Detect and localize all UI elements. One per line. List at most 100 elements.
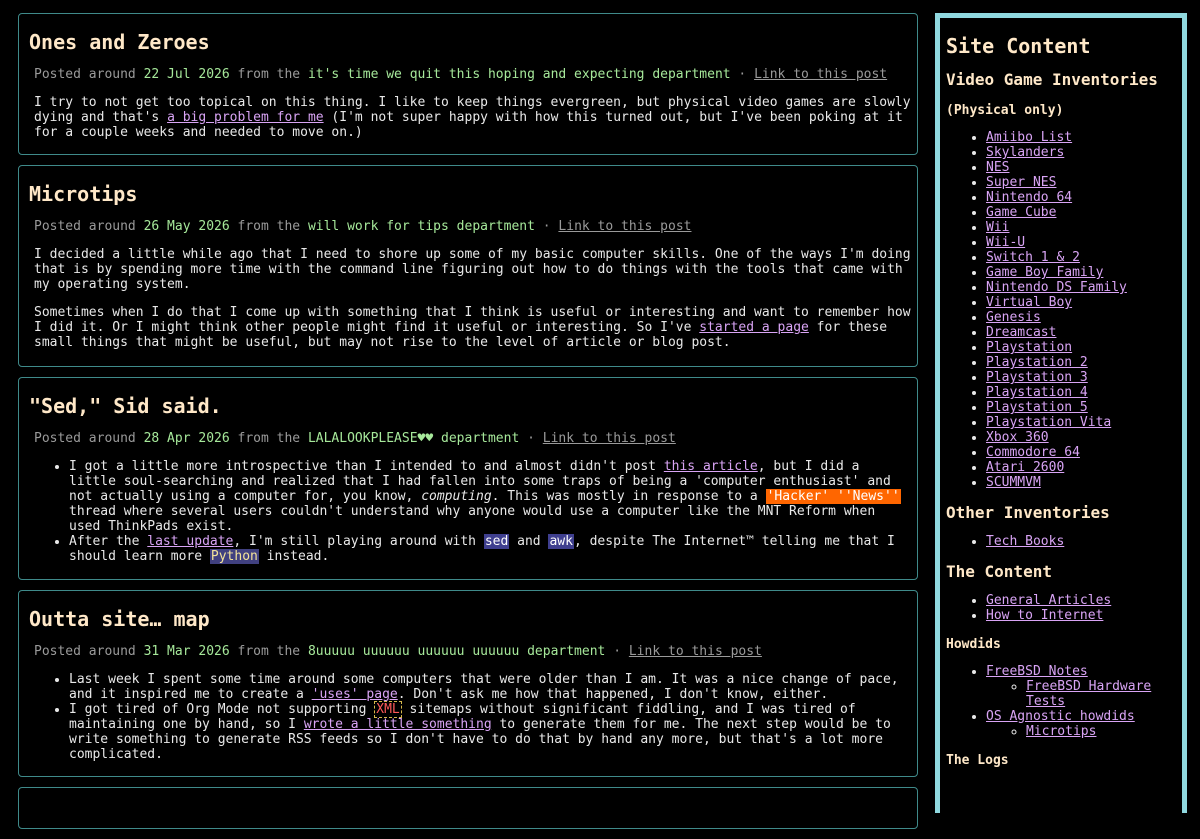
- list-item: After the last update, I'm still playing…: [69, 534, 911, 564]
- sidebar-link[interactable]: Super NES: [986, 175, 1056, 190]
- posted-label: Posted around: [34, 431, 136, 446]
- post-title: Ones and Zeroes: [29, 30, 210, 54]
- sidebar-link[interactable]: Nintendo 64: [986, 190, 1072, 205]
- post-paragraph: I decided a little while ago that I need…: [34, 247, 911, 292]
- text: I got tired of Org Mode not supporting: [69, 702, 375, 717]
- post: "Sed," Sid said. Posted around 28 Apr 20…: [18, 377, 918, 580]
- list-item: Switch 1 & 2: [986, 250, 1182, 265]
- permalink[interactable]: Link to this post: [629, 644, 762, 659]
- sidebar-link[interactable]: Playstation 4: [986, 385, 1088, 400]
- sidebar-link[interactable]: SCUMMVM: [986, 475, 1041, 490]
- sidebar-link[interactable]: Game Cube: [986, 205, 1056, 220]
- post-department: it's time we quit this hoping and expect…: [307, 67, 731, 82]
- sidebar: Site Content Video Game Inventories (Phy…: [935, 13, 1187, 813]
- sidebar-link[interactable]: FreeBSD Hardware Tests: [1026, 679, 1151, 709]
- permalink[interactable]: Link to this post: [543, 431, 676, 446]
- post-paragraph: I try to not get too topical on this thi…: [34, 95, 911, 140]
- sidebar-link[interactable]: Dreamcast: [986, 325, 1056, 340]
- sidebar-link[interactable]: Genesis: [986, 310, 1041, 325]
- list-item: Atari 2600: [986, 460, 1182, 475]
- page-link[interactable]: started a page: [699, 320, 809, 335]
- list-item: Dreamcast: [986, 325, 1182, 340]
- code-awk: awk: [548, 534, 574, 549]
- from-label: from the: [237, 644, 301, 659]
- section-heading: Video Game Inventories: [946, 70, 1158, 89]
- section-subheading: The Logs: [946, 753, 1009, 768]
- post-meta: Posted around 31 Mar 2026 from the 8uuuu…: [34, 644, 911, 659]
- post-title: Microtips: [29, 182, 138, 206]
- code-python: Python: [209, 549, 259, 564]
- sidebar-link[interactable]: Playstation Vita: [986, 415, 1111, 430]
- sidebar-link[interactable]: NES: [986, 160, 1009, 175]
- other-inventories-list: Tech Books: [946, 534, 1182, 549]
- post: Outta site… map Posted around 31 Mar 202…: [18, 590, 918, 777]
- list-item: How to Internet: [986, 608, 1182, 623]
- video-game-list: Amiibo ListSkylandersNESSuper NESNintend…: [946, 130, 1182, 490]
- section-subheading: Howdids: [946, 637, 1001, 652]
- update-link[interactable]: last update: [147, 534, 233, 549]
- text: I got a little more introspective than I…: [69, 459, 664, 474]
- list-item: SCUMMVM: [986, 475, 1182, 490]
- list-item: Game Boy Family: [986, 265, 1182, 280]
- list-item: Playstation 3: [986, 370, 1182, 385]
- post-date: 31 Mar 2026: [143, 644, 230, 659]
- list-item: I got tired of Org Mode not supporting X…: [69, 701, 911, 762]
- sidebar-link[interactable]: Xbox 360: [986, 430, 1049, 445]
- sidebar-link[interactable]: FreeBSD Notes: [986, 664, 1088, 679]
- article-link[interactable]: this article: [664, 459, 758, 474]
- list-item: NES: [986, 160, 1182, 175]
- text: . Don't ask me how that happened, I don'…: [397, 687, 829, 702]
- text: thread where several users couldn't unde…: [69, 504, 876, 534]
- post-title: "Sed," Sid said.: [29, 394, 222, 418]
- sidebar-link[interactable]: Playstation: [986, 340, 1072, 355]
- separator: ·: [738, 67, 747, 82]
- list-item: Virtual Boy: [986, 295, 1182, 310]
- sidebar-link[interactable]: Amiibo List: [986, 130, 1072, 145]
- sidebar-link[interactable]: General Articles: [986, 593, 1111, 608]
- sidebar-link[interactable]: Playstation 3: [986, 370, 1088, 385]
- post-department: will work for tips department: [307, 219, 535, 234]
- list-item: Playstation 4: [986, 385, 1182, 400]
- sidebar-link[interactable]: Nintendo DS Family: [986, 280, 1127, 295]
- sidebar-link[interactable]: How to Internet: [986, 608, 1103, 623]
- permalink[interactable]: Link to this post: [558, 219, 691, 234]
- sidebar-link[interactable]: OS Agnostic howdids: [986, 709, 1135, 724]
- article-link[interactable]: a big problem for me: [167, 110, 324, 125]
- post-list: Last week I spent some time around some …: [29, 672, 911, 762]
- post-meta: Posted around 22 Jul 2026 from the it's …: [34, 67, 911, 82]
- text: , I'm still playing around with: [233, 534, 484, 549]
- howdids-list: FreeBSD Notes FreeBSD Hardware Tests OS …: [946, 664, 1182, 739]
- text: and: [509, 534, 549, 549]
- highlight-hacker-news: 'Hacker' ''News'': [765, 489, 901, 504]
- sidebar-link[interactable]: Atari 2600: [986, 460, 1064, 475]
- sidebar-link[interactable]: Microtips: [1026, 724, 1096, 739]
- sidebar-link[interactable]: Playstation 5: [986, 400, 1088, 415]
- script-link[interactable]: wrote a little something: [304, 717, 492, 732]
- list-item: Skylanders: [986, 145, 1182, 160]
- post: Ones and Zeroes Posted around 22 Jul 202…: [18, 13, 918, 155]
- text: After the: [69, 534, 148, 549]
- section-heading: Other Inventories: [946, 503, 1110, 522]
- code-sed: sed: [483, 534, 510, 549]
- sidebar-link[interactable]: Wii: [986, 220, 1009, 235]
- section-subheading: (Physical only): [946, 103, 1064, 118]
- content-list: General ArticlesHow to Internet: [946, 593, 1182, 623]
- emphasis: computing: [421, 489, 492, 504]
- list-item: FreeBSD Hardware Tests: [1026, 679, 1182, 709]
- sidebar-link[interactable]: Virtual Boy: [986, 295, 1072, 310]
- post-paragraph: Sometimes when I do that I come up with …: [34, 305, 911, 350]
- list-item: Amiibo List: [986, 130, 1182, 145]
- permalink[interactable]: Link to this post: [754, 67, 887, 82]
- post: Microtips Posted around 26 May 2026 from…: [18, 165, 918, 367]
- sidebar-link[interactable]: Game Boy Family: [986, 265, 1103, 280]
- from-label: from the: [237, 67, 301, 82]
- from-label: from the: [237, 219, 301, 234]
- list-item: Genesis: [986, 310, 1182, 325]
- sidebar-link[interactable]: Commodore 64: [986, 445, 1080, 460]
- uses-page-link[interactable]: 'uses' page: [312, 687, 398, 702]
- sidebar-link[interactable]: Switch 1 & 2: [986, 250, 1080, 265]
- sidebar-link[interactable]: Playstation 2: [986, 355, 1088, 370]
- sidebar-link[interactable]: Tech Books: [986, 534, 1064, 549]
- sidebar-link[interactable]: Wii-U: [986, 235, 1025, 250]
- sidebar-link[interactable]: Skylanders: [986, 145, 1064, 160]
